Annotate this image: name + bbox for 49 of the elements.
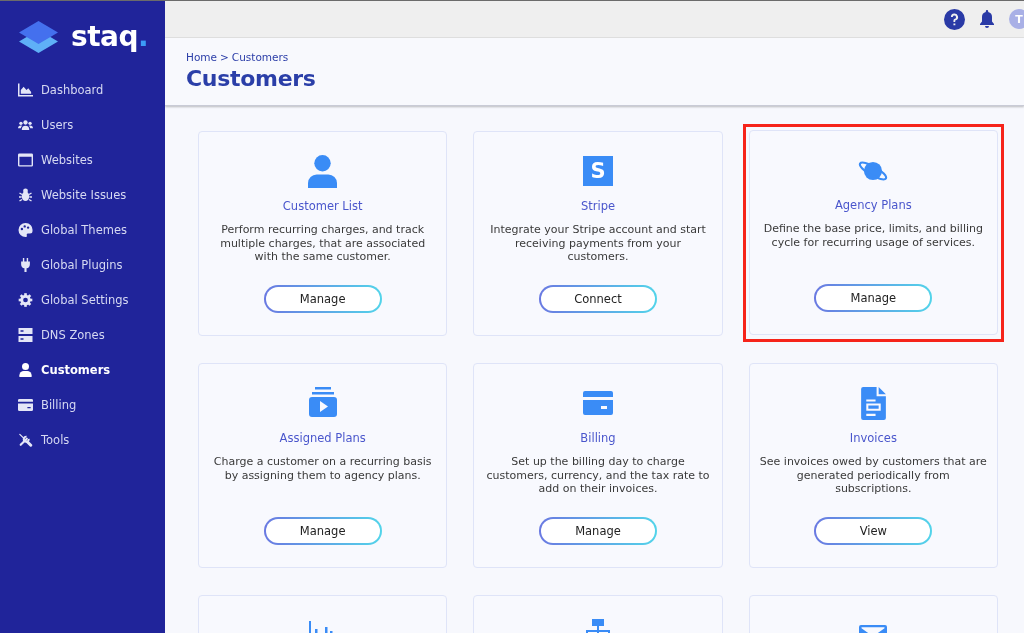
sidebar-item[interactable]: Global Themes [0, 212, 165, 247]
area-chart-icon [18, 82, 33, 97]
help-icon[interactable] [944, 8, 965, 30]
user-icon [18, 362, 33, 377]
sidebar-item[interactable]: Customers [0, 352, 165, 387]
card-title: Agency Plans [834, 198, 912, 212]
layers-logo-icon [18, 20, 59, 53]
card-button[interactable]: Manage [539, 517, 657, 545]
sidebar-item[interactable]: Tools [0, 422, 165, 457]
card-title: Customer List [282, 199, 363, 213]
letter-logo: S [583, 156, 613, 186]
breadcrumb-separator: > [220, 51, 229, 63]
sidebar-item[interactable]: DNS Zones [0, 317, 165, 352]
page-title: Customers [186, 66, 317, 91]
card-description: Charge a customer on a recurring basis by assigning them to agency plans. [212, 455, 433, 484]
sidebar-item[interactable]: Websites [0, 142, 165, 177]
person-icon [308, 155, 338, 188]
card-title: Billing [580, 431, 616, 445]
sidebar-item[interactable]: Website Issues [0, 177, 165, 212]
window-icon [18, 152, 33, 167]
palette-icon [18, 222, 33, 237]
card-title: Invoices [849, 431, 897, 445]
server-icon [18, 327, 33, 342]
breadcrumb-current: Customers [231, 51, 289, 63]
card-title: Stripe [580, 199, 616, 213]
sidebar-item[interactable]: Global Settings [0, 282, 165, 317]
sidebar-item[interactable]: Billing [0, 387, 165, 422]
card-description: Set up the billing day to charge customers, currency, and the tax rate to add on their invoices. [485, 455, 711, 497]
card-description: Integrate your Stripe account and start receiving payments from your customers. [489, 223, 707, 265]
card-title: Assigned Plans [279, 431, 366, 445]
users-icon [18, 117, 33, 132]
breadcrumb-link[interactable]: Home [186, 51, 217, 63]
sidebar-item[interactable]: Global Plugins [0, 247, 165, 282]
card-description: See invoices owed by customers that are generated periodically from subscriptions. [759, 455, 987, 497]
card-description: Define the base price, limits, and billing cycle for recurring usage of services. [762, 222, 984, 251]
tools-icon [18, 432, 33, 447]
card-description: Perform recurring charges, and track multiple charges, that are associated with the same customer. [219, 223, 427, 265]
card-button[interactable]: Connect [539, 285, 657, 313]
bell-icon[interactable] [979, 10, 995, 28]
bug-icon [18, 187, 33, 202]
play-stack-icon [308, 387, 337, 417]
settings-icon [18, 292, 33, 307]
document-icon [860, 387, 886, 420]
plug-icon [18, 257, 33, 272]
credit-card-icon [583, 391, 613, 415]
sidebar-item[interactable]: Users [0, 107, 165, 142]
logo-text: staq. [71, 20, 149, 53]
sidebar-item[interactable]: Dashboard [0, 72, 165, 107]
credit-card-icon [18, 397, 33, 412]
